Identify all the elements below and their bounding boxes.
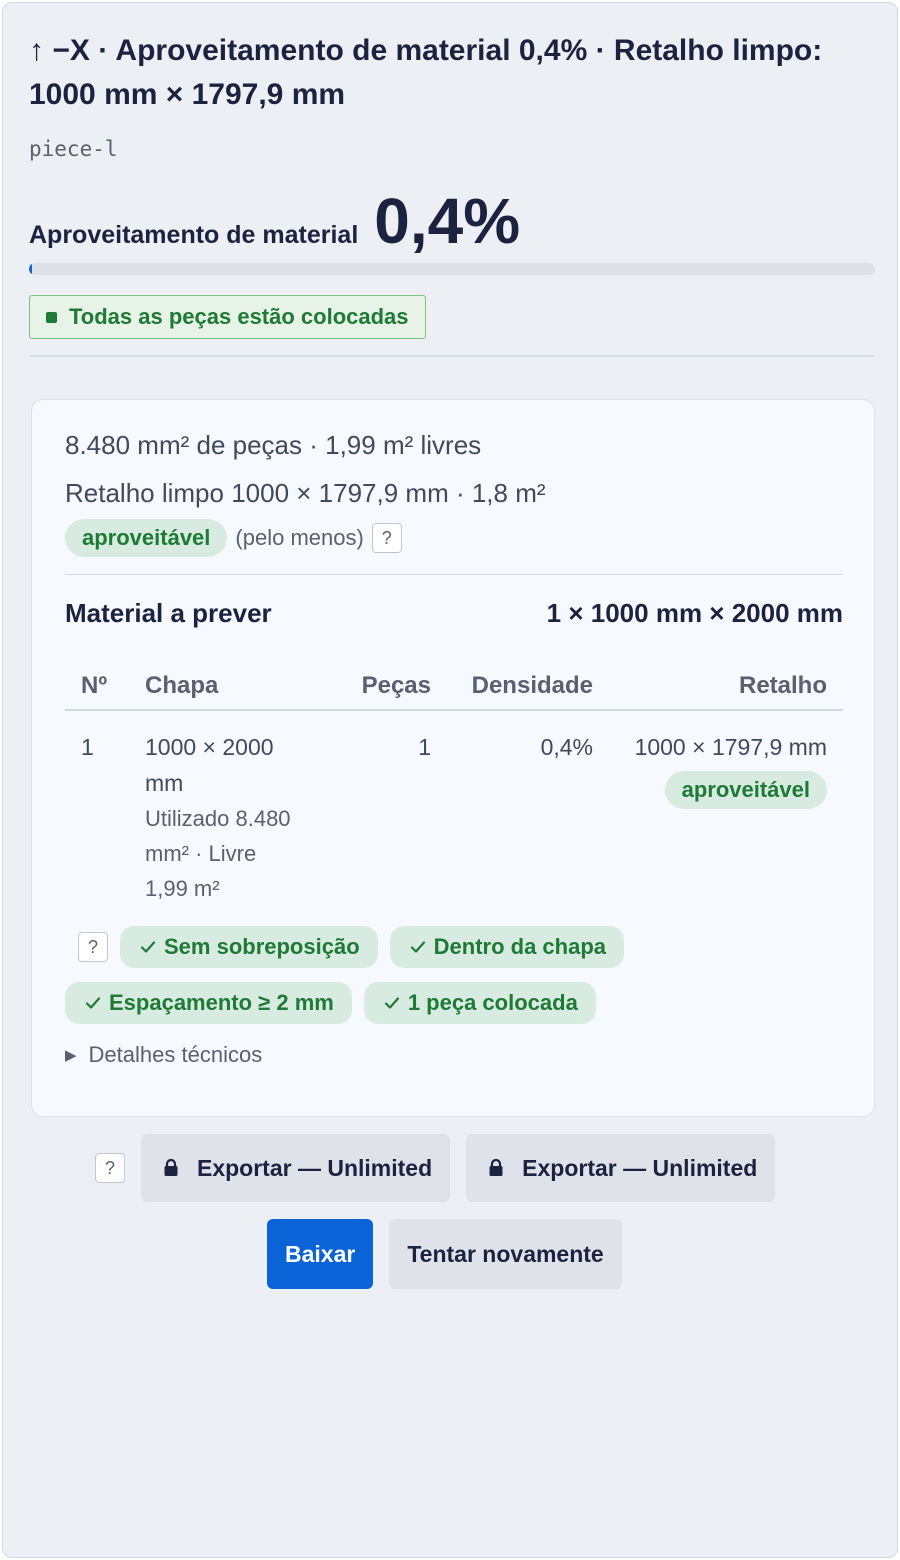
remnant-size: 1000 × 1797,9 mm xyxy=(634,734,827,760)
help-icon[interactable]: ? xyxy=(78,932,108,962)
utilization-progress-bar xyxy=(29,263,875,275)
area-stats: 8.480 mm² de peças · 1,99 m² livres xyxy=(65,430,482,460)
material-value: 1 × 1000 mm × 2000 mm xyxy=(546,598,843,628)
triangle-right-icon: ▶ xyxy=(65,1047,77,1064)
utilization-row: Aproveitamento de material 0,4% xyxy=(29,189,520,253)
export-label: Exportar — Unlimited xyxy=(522,1154,758,1181)
summary-card: 8.480 mm² de peças · 1,99 m² livres Reta… xyxy=(31,399,875,1117)
check-label: 1 peça colocada xyxy=(407,990,578,1015)
check-badge-spacing: Espaçamento ≥ 2 mm xyxy=(65,982,352,1024)
check-icon xyxy=(140,941,156,953)
sheet-size: 1000 × 2000 mm xyxy=(145,734,274,796)
result-title: ↑ −X · Aproveitamento de material 0,4% ·… xyxy=(29,34,823,111)
cell-remnant: 1000 × 1797,9 mm aproveitável xyxy=(609,710,843,906)
status-label: Todas as peças estão colocadas xyxy=(69,304,409,329)
remnant-badge: aproveitável xyxy=(664,771,827,809)
technical-details-label: Detalhes técnicos xyxy=(88,1042,263,1067)
utilization-progress-fill xyxy=(29,263,33,275)
column-header-pieces: Peças xyxy=(319,662,449,711)
lock-icon xyxy=(164,1158,178,1176)
reusable-row: aproveitável (pelo menos) ? xyxy=(65,519,402,557)
export-label: Exportar — Unlimited xyxy=(197,1154,433,1181)
export-button[interactable]: Exportar — Unlimited xyxy=(466,1134,776,1202)
check-badge-within-sheet: Dentro da chapa xyxy=(389,926,625,968)
remnant-info: Retalho limpo 1000 × 1797,9 mm · 1,8 m² xyxy=(65,478,546,508)
download-button[interactable]: Baixar xyxy=(267,1219,374,1289)
check-icon xyxy=(384,997,399,1009)
lock-icon xyxy=(489,1158,503,1176)
retry-button[interactable]: Tentar novamente xyxy=(389,1219,622,1289)
table-header-row: Nº Chapa Peças Densidade Retalho xyxy=(65,662,843,711)
action-row: Baixar Tentar novamente xyxy=(267,1219,622,1289)
help-icon[interactable]: ? xyxy=(95,1153,125,1183)
column-header-density: Densidade xyxy=(449,662,609,711)
column-header-no: Nº xyxy=(65,662,129,711)
sheet-usage: Utilizado 8.480 mm² · Livre 1,99 m² xyxy=(145,806,291,901)
check-label: Sem sobreposição xyxy=(164,934,360,959)
utilization-value: 0,4% xyxy=(374,185,521,257)
utilization-label: Aproveitamento de material xyxy=(29,221,359,249)
check-label: Espaçamento ≥ 2 mm xyxy=(109,990,334,1015)
help-icon[interactable]: ? xyxy=(371,523,402,553)
check-label: Dentro da chapa xyxy=(433,934,607,959)
sheets-table: Nº Chapa Peças Densidade Retalho 1 1000 … xyxy=(65,662,843,906)
column-header-remnant: Retalho xyxy=(609,662,843,711)
column-header-sheet: Chapa xyxy=(129,662,319,711)
export-row: ? Exportar — Unlimited Exportar — Unlimi… xyxy=(95,1134,776,1202)
cell-pieces: 1 xyxy=(418,734,431,760)
status-dot-icon xyxy=(46,311,57,323)
check-icon xyxy=(410,941,425,953)
checks-row: Espaçamento ≥ 2 mm 1 peça colocada xyxy=(65,982,596,1024)
material-label: Material a prever xyxy=(65,598,272,628)
material-row: Material a prever 1 × 1000 mm × 2000 mm xyxy=(65,598,843,629)
reusable-badge: aproveitável xyxy=(65,519,228,557)
checks-row: ? Sem sobreposição Dentro da chapa xyxy=(78,926,625,968)
cell-no: 1 xyxy=(81,734,94,760)
check-badge-no-overlap: Sem sobreposição xyxy=(120,926,378,968)
status-badge: Todas as peças estão colocadas xyxy=(29,295,426,339)
reusable-qualifier: (pelo menos) xyxy=(235,525,364,550)
result-panel: ↑ −X · Aproveitamento de material 0,4% ·… xyxy=(2,2,898,1558)
divider xyxy=(65,574,843,575)
cell-density: 0,4% xyxy=(540,734,593,760)
export-button[interactable]: Exportar — Unlimited xyxy=(141,1134,451,1202)
check-icon xyxy=(85,997,101,1009)
divider xyxy=(29,355,875,357)
table-row: 1 1000 × 2000 mm Utilizado 8.480 mm² · L… xyxy=(65,710,843,906)
cell-sheet: 1000 × 2000 mm Utilizado 8.480 mm² · Liv… xyxy=(129,710,319,906)
check-badge-pieces-placed: 1 peça colocada xyxy=(363,982,596,1024)
technical-details-toggle[interactable]: ▶ Detalhes técnicos xyxy=(65,1042,262,1068)
piece-id: piece-l xyxy=(29,137,118,161)
